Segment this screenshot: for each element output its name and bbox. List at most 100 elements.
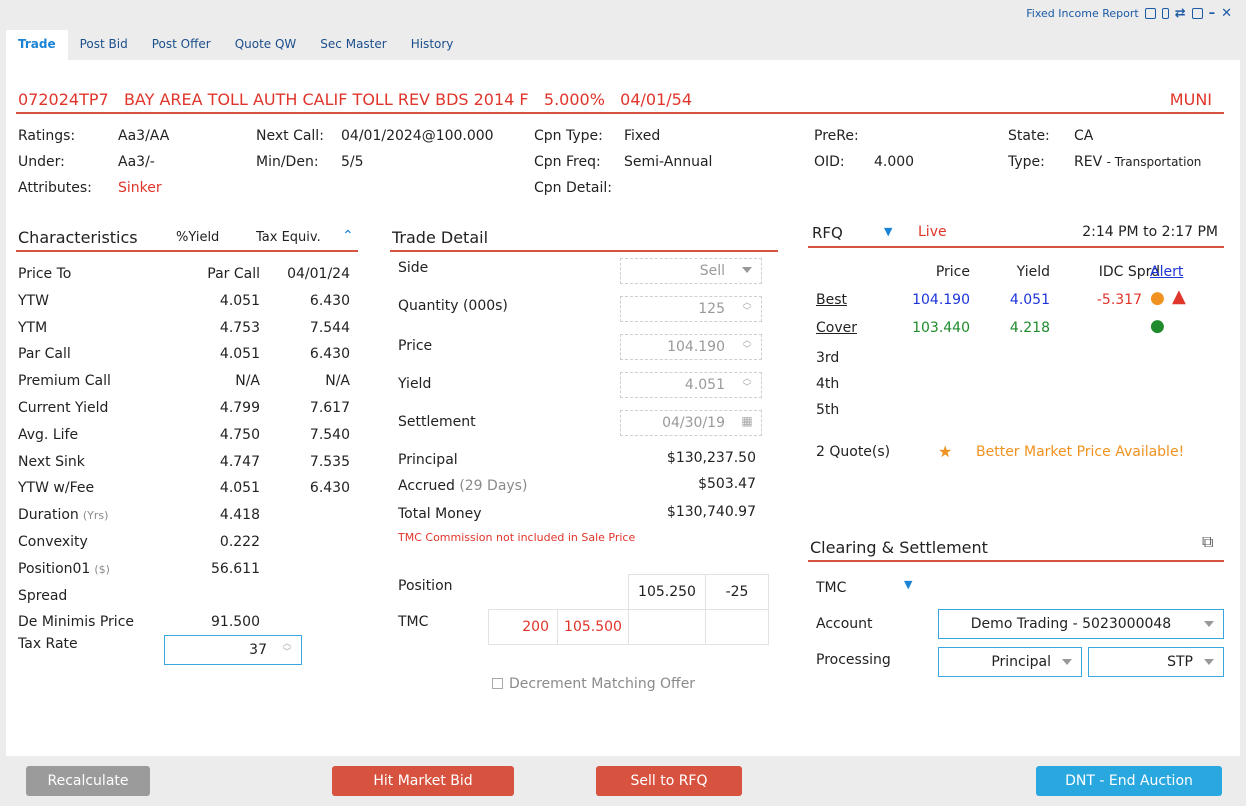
char-row-label: Par Call	[18, 346, 71, 362]
swap-icon[interactable]: ⇄	[1175, 6, 1186, 21]
tax-rate-input[interactable]: 37 ︿ ﹀	[164, 635, 302, 665]
user-icon[interactable]: ●	[1150, 288, 1165, 308]
rfq-time-window: 2:14 PM to 2:17 PM	[1082, 224, 1218, 240]
quantity-label: Quantity (000s)	[398, 298, 508, 314]
chevron-down-icon	[1062, 659, 1072, 665]
clearing-rule	[808, 560, 1224, 562]
principal-label: Principal	[398, 452, 458, 468]
user-icon[interactable]: ●	[1150, 316, 1165, 336]
char-row-label: Avg. Life	[18, 427, 79, 443]
processing-select[interactable]: Principal	[938, 647, 1082, 677]
chevron-down-icon	[742, 267, 752, 273]
char-row-label: De Minimis Price	[18, 614, 134, 630]
tmc-price: 105.500	[557, 609, 629, 645]
type-label: Type:	[1008, 154, 1045, 170]
quantity-stepper[interactable]: ︿ ﹀	[741, 299, 753, 317]
rfq-header-yield: Yield	[1016, 264, 1050, 280]
account-label: Account	[816, 616, 873, 632]
char-row-yield: 4.418	[219, 507, 260, 523]
account-select[interactable]: Demo Trading - 5023000048	[938, 609, 1224, 639]
minimize-icon[interactable]: –	[1209, 6, 1216, 21]
recalculate-button[interactable]: Recalculate	[26, 766, 150, 796]
settlement-date-input[interactable]: 04/30/19 ▦	[620, 410, 762, 436]
yield-input[interactable]: 4.051 ︿ ﹀	[620, 372, 762, 398]
rfq-status: Live	[918, 224, 947, 240]
tab-bar: Trade Post Bid Post Offer Quote QW Sec M…	[6, 30, 465, 60]
min-den-value: 5/5	[341, 154, 364, 170]
char-row-label: Premium Call	[18, 373, 111, 389]
side-select[interactable]: Sell	[620, 258, 762, 284]
rfq-cover-price: 103.440	[912, 320, 970, 336]
rfq-title: RFQ	[812, 224, 843, 242]
char-row-label: Next Sink	[18, 454, 85, 470]
rfq-dropdown-icon[interactable]: ▼	[884, 225, 892, 238]
warning-icon[interactable]: ▲	[1172, 286, 1186, 307]
char-row-label: YTW	[18, 293, 49, 309]
calendar-icon[interactable]: ▦	[741, 415, 753, 427]
processing-label: Processing	[816, 652, 891, 668]
next-call-label: Next Call:	[256, 128, 324, 144]
char-row-label: YTM	[18, 320, 48, 336]
char-row-tax-equiv: 7.535	[309, 454, 350, 470]
position-qty: -25	[705, 574, 769, 610]
char-row-label: Convexity	[18, 534, 88, 550]
char-row-yield: 4.753	[219, 320, 260, 336]
rfq-header-alert[interactable]: Alert	[1150, 264, 1183, 280]
oid-label: OID:	[814, 154, 845, 170]
processing-mode-select[interactable]: STP	[1088, 647, 1224, 677]
rfq-best-label[interactable]: Best	[816, 292, 847, 308]
window-controls: Fixed Income Report ⇄ – ✕	[1026, 6, 1232, 21]
tab-history[interactable]: History	[399, 30, 466, 60]
tab-sec-master[interactable]: Sec Master	[308, 30, 398, 60]
yield-label: Yield	[398, 376, 432, 392]
tab-quote-qw[interactable]: Quote QW	[223, 30, 309, 60]
better-price-message[interactable]: Better Market Price Available!	[976, 444, 1184, 460]
tab-trade[interactable]: Trade	[6, 30, 68, 60]
price-stepper[interactable]: ︿ ﹀	[741, 337, 753, 355]
char-row-label: Position01 ($)	[18, 561, 110, 577]
clearing-title: Clearing & Settlement	[810, 538, 988, 557]
yield-stepper[interactable]: ︿ ﹀	[741, 375, 753, 393]
hit-market-bid-button[interactable]: Hit Market Bid	[332, 766, 514, 796]
quote-count: 2 Quote(s)	[816, 444, 891, 460]
rfq-best-price: 104.190	[912, 292, 970, 308]
char-row-tax-equiv: 7.617	[309, 400, 350, 416]
firm-dropdown-icon[interactable]: ▼	[904, 578, 912, 591]
security-title: 072024TP7 BAY AREA TOLL AUTH CALIF TOLL …	[18, 90, 693, 109]
attributes-value: Sinker	[118, 180, 162, 196]
decrement-checkbox[interactable]	[492, 678, 503, 689]
yield-column-header[interactable]: %Yield	[176, 230, 219, 245]
rfq-best-yield: 4.051	[1009, 292, 1050, 308]
sell-to-rfq-button[interactable]: Sell to RFQ	[596, 766, 742, 796]
close-icon[interactable]: ✕	[1221, 6, 1232, 21]
cpn-freq-label: Cpn Freq:	[534, 154, 601, 170]
trade-detail-rule	[390, 250, 778, 252]
char-row-yield: N/A	[235, 373, 260, 389]
report-icon[interactable]	[1144, 8, 1156, 19]
tab-post-bid[interactable]: Post Bid	[68, 30, 140, 60]
report-label[interactable]: Fixed Income Report	[1026, 7, 1138, 20]
char-row-yield: Par Call	[207, 266, 260, 282]
rfq-cover-label[interactable]: Cover	[816, 320, 857, 336]
tab-post-offer[interactable]: Post Offer	[140, 30, 223, 60]
position-price: 105.250	[628, 574, 706, 610]
decrement-matching-offer[interactable]: Decrement Matching Offer	[492, 676, 695, 692]
rfq-3rd-label: 3rd	[816, 350, 840, 366]
chevron-up-icon[interactable]: ⌃	[342, 228, 354, 244]
tax-equiv-column-header[interactable]: Tax Equiv.	[256, 230, 321, 245]
char-row-yield: 4.750	[219, 427, 260, 443]
price-input[interactable]: 104.190 ︿ ﹀	[620, 334, 762, 360]
end-auction-button[interactable]: DNT - End Auction	[1036, 766, 1222, 796]
sector-badge: MUNI	[1169, 90, 1212, 109]
mobile-icon[interactable]	[1161, 8, 1169, 19]
quantity-input[interactable]: 125 ︿ ﹀	[620, 296, 762, 322]
print-icon[interactable]	[1191, 8, 1203, 19]
tmc-label: TMC	[398, 614, 429, 630]
rfq-header-price: Price	[935, 264, 970, 280]
popout-icon[interactable]: ⧉	[1202, 532, 1213, 552]
char-row-yield: 4.799	[219, 400, 260, 416]
char-row-label: YTW w/Fee	[18, 480, 95, 496]
char-row-yield: 56.611	[211, 561, 260, 577]
main-panel: 072024TP7 BAY AREA TOLL AUTH CALIF TOLL …	[6, 60, 1240, 756]
tax-rate-stepper[interactable]: ︿ ﹀	[281, 640, 293, 658]
